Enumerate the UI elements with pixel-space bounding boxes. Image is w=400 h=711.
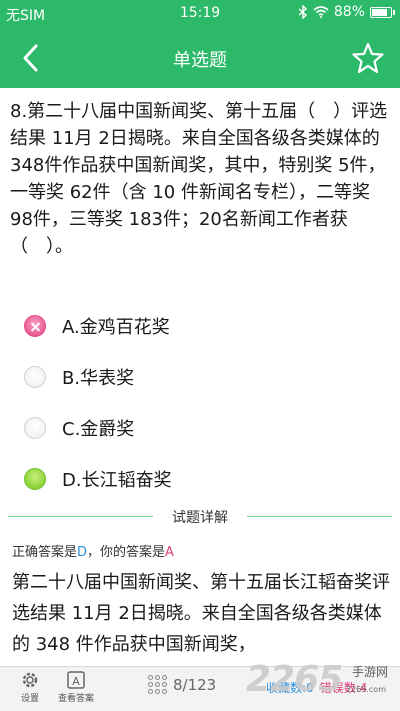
- page-title: 单选题: [173, 50, 227, 71]
- radio-icon: [24, 366, 46, 388]
- option-d[interactable]: D.长江韬奋奖: [0, 459, 400, 510]
- explanation-text: 第二十八届中国新闻奖、第十五届长江韬奋奖评选结果 11月 2日揭晓。来自全国各级…: [12, 572, 390, 655]
- app-header: 无SIM 15:19 88% 单选题: [0, 0, 400, 88]
- options-list: A.金鸡百花奖 B.华表奖 C.金爵奖 D.长江韬奋奖: [0, 306, 400, 510]
- watermark-number: 2265: [246, 659, 343, 700]
- option-c[interactable]: C.金爵奖: [0, 408, 400, 459]
- option-label: A.金鸡百花奖: [62, 317, 170, 338]
- wrong-mark-icon: [24, 315, 46, 337]
- gear-icon: [22, 672, 38, 688]
- correct-mark-icon: [24, 468, 46, 490]
- explanation-title: 试题详解: [172, 510, 228, 526]
- progress-text: 8/123: [173, 675, 217, 694]
- option-a[interactable]: A.金鸡百花奖: [0, 306, 400, 357]
- explanation-divider: 试题详解: [8, 505, 392, 527]
- status-bar: 无SIM 15:19 88%: [0, 0, 400, 28]
- answer-card-icon: A: [67, 671, 85, 689]
- watermark-logo: 2265 手游网 2265.com: [246, 659, 396, 707]
- answer-summary: 正确答案是D，你的答案是A: [12, 541, 174, 560]
- watermark-text: 手游网: [352, 665, 389, 679]
- star-outline-icon[interactable]: [350, 40, 386, 76]
- radio-icon: [24, 417, 46, 439]
- correct-answer: D: [77, 545, 88, 560]
- watermark-url: 2265.com: [346, 685, 386, 694]
- correct-prefix: 正确答案是: [12, 545, 78, 560]
- battery-percent: 88%: [333, 4, 365, 20]
- svg-text:A: A: [72, 675, 80, 688]
- option-label: C.金爵奖: [62, 419, 135, 440]
- option-label: D.长江韬奋奖: [62, 470, 172, 491]
- settings-button[interactable]: 设置: [12, 669, 48, 704]
- status-icons: 88%: [298, 4, 395, 20]
- option-label: B.华表奖: [62, 368, 135, 389]
- option-b[interactable]: B.华表奖: [0, 357, 400, 408]
- grid-dots-icon: [148, 675, 167, 694]
- battery-icon: [370, 6, 395, 18]
- user-answer: A: [165, 545, 174, 560]
- view-answer-button[interactable]: A 查看答案: [56, 669, 96, 704]
- question-text: 8.第二十八届中国新闻奖、第十五届（ ）评选结果 11月 2日揭晓。来自全国各级…: [10, 101, 388, 257]
- user-prefix: ，你的答案是: [87, 545, 166, 560]
- wifi-icon: [313, 6, 329, 18]
- bluetooth-icon: [298, 5, 307, 19]
- question-progress[interactable]: 8/123: [148, 675, 216, 694]
- nav-bar: 单选题: [0, 28, 400, 88]
- divider-line: [247, 516, 392, 517]
- view-answer-label: 查看答案: [57, 694, 94, 704]
- settings-label: 设置: [20, 694, 39, 704]
